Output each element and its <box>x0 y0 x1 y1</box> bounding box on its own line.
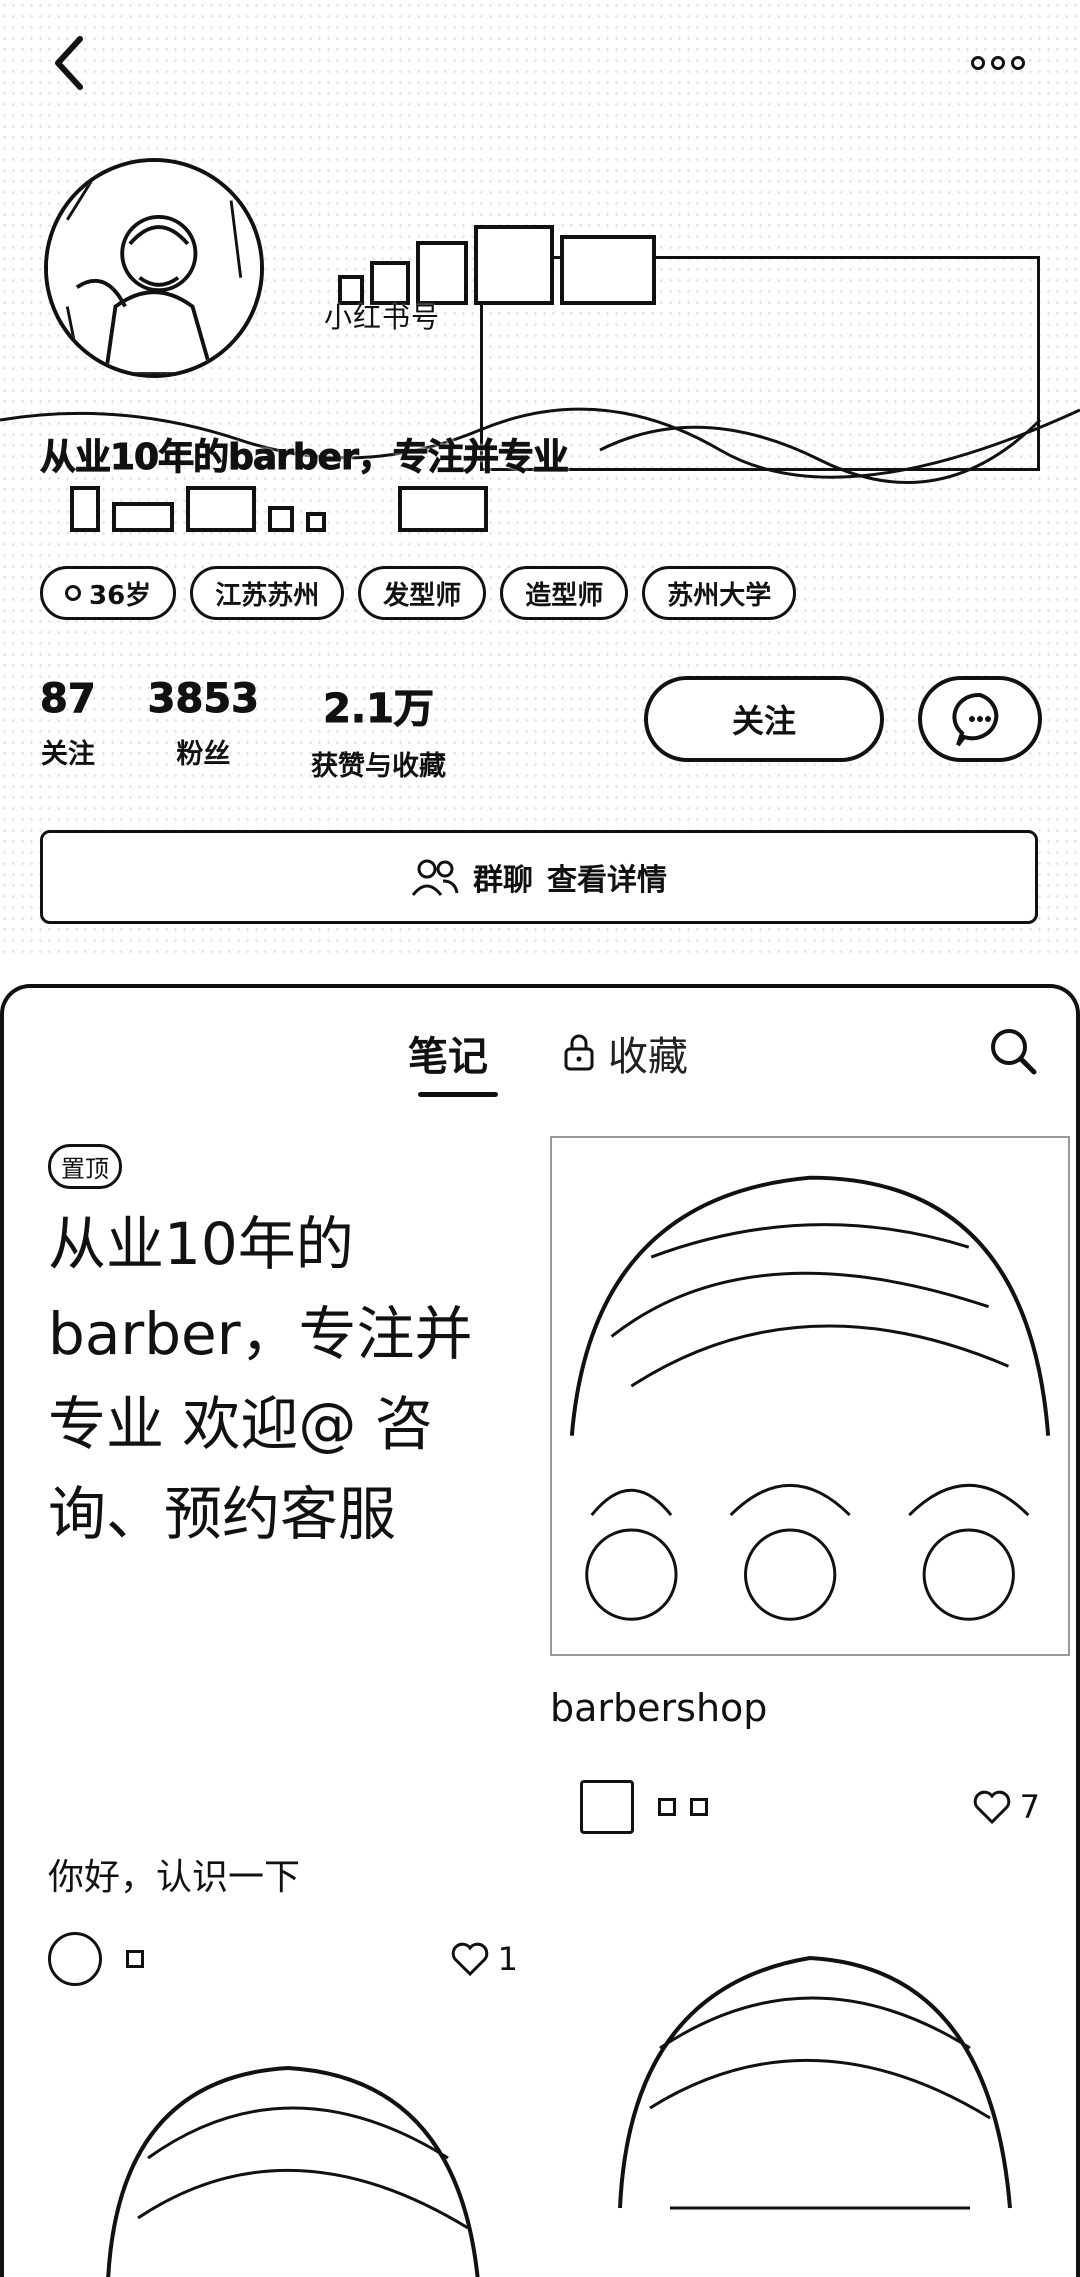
chat-bubble-icon <box>952 692 999 747</box>
lock-icon <box>564 1034 594 1071</box>
note-title[interactable]: 你好，认识一下 <box>48 1848 300 1900</box>
note-meta-right: 7 <box>580 1780 1040 1834</box>
bio-redacted-line <box>70 486 488 532</box>
heart-icon <box>451 1942 488 1977</box>
profile-bio: 从业10年的barber，专注并专业 <box>40 437 570 479</box>
group-chat-action: 查看详情 <box>547 863 667 898</box>
note-cover-image <box>550 1136 1070 1656</box>
more-button[interactable] <box>958 38 1038 88</box>
platform-id: 小红书号 <box>324 301 441 334</box>
group-users-icon <box>411 859 459 896</box>
more-dots-icon <box>971 56 985 70</box>
tag-location[interactable]: 江苏苏州 <box>190 566 345 620</box>
avatar[interactable] <box>44 158 264 378</box>
pinned-note-card[interactable]: 置顶 从业10年的barber，专注并专业 欢迎@ 咨询、预约客服 <box>48 1144 528 1559</box>
note-caption: barbershop <box>550 1686 768 1730</box>
group-chat-bar[interactable]: 群聊 查看详情 <box>40 830 1038 924</box>
profile-tags: 36岁 江苏苏州 发型师 造型师 苏州大学 <box>40 566 797 620</box>
heart-icon <box>973 1790 1010 1825</box>
stat-followers[interactable]: 3853 粉丝 <box>147 676 259 783</box>
tab-active-indicator <box>418 1092 498 1097</box>
group-chat-label: 群聊 <box>473 863 533 898</box>
profile-header: 小红书号 从业10年的barber，专注并专业 36岁 江苏苏州 发型师 造型师… <box>0 0 1080 960</box>
stat-likes-and-favorites[interactable]: 2.1万 获赞与收藏 <box>311 676 446 783</box>
author-name-redacted <box>126 1950 144 1968</box>
like-button[interactable]: 1 <box>450 1940 518 1978</box>
tag-profession[interactable]: 发型师 <box>358 566 487 620</box>
tag-school[interactable]: 苏州大学 <box>642 566 797 620</box>
note-cover-image[interactable] <box>48 2038 528 2277</box>
tab-favorites[interactable]: 收藏 <box>562 1024 688 1082</box>
search-button[interactable] <box>986 1024 1040 1078</box>
note-cover-image[interactable] <box>550 1908 1070 2277</box>
chevron-left-icon <box>55 36 83 90</box>
like-button[interactable]: 7 <box>972 1788 1040 1826</box>
tag-age[interactable]: 36岁 <box>40 566 177 620</box>
pinned-note-title: 从业10年的barber，专注并专业 欢迎@ 咨询、预约客服 <box>48 1210 473 1548</box>
username-redacted <box>338 205 656 305</box>
tab-notes[interactable]: 笔记 <box>408 1024 488 1082</box>
note-card[interactable]: barbershop <box>550 1136 1070 1730</box>
follow-button[interactable]: 关注 <box>644 676 884 762</box>
content-panel: 笔记 收藏 置顶 从业10年的barber，专注并专业 欢迎@ 咨询、预约客服 … <box>0 984 1080 2277</box>
search-icon <box>991 1029 1037 1075</box>
author-avatar[interactable] <box>580 1780 634 1834</box>
profile-stats: 87 关注 3853 粉丝 2.1万 获赞与收藏 <box>40 676 446 783</box>
stat-following[interactable]: 87 关注 <box>40 676 97 783</box>
tag-stylist[interactable]: 造型师 <box>500 566 629 620</box>
author-avatar[interactable] <box>48 1932 102 1986</box>
back-button[interactable] <box>40 28 100 98</box>
profile-tabs: 笔记 收藏 <box>4 988 1076 1108</box>
message-button[interactable] <box>918 676 1042 762</box>
note-meta-left: 1 <box>48 1932 518 1986</box>
gender-icon <box>65 585 81 601</box>
pinned-badge: 置顶 <box>48 1144 122 1189</box>
author-name-redacted <box>658 1798 676 1816</box>
